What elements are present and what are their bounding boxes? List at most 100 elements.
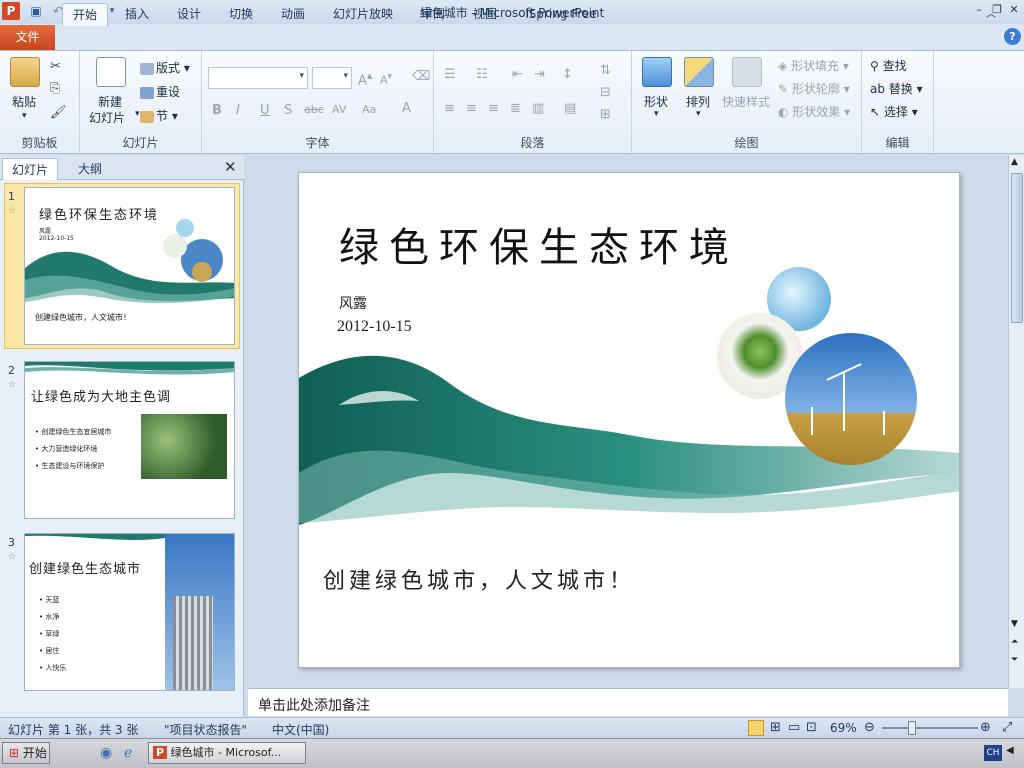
tab-animations[interactable]: 动画 — [274, 3, 312, 26]
increase-indent-icon[interactable]: ⇥ — [534, 67, 545, 82]
slide-title[interactable]: 绿色环保生态环境 — [339, 215, 739, 273]
tab-file[interactable]: 文件 — [0, 25, 55, 50]
scroll-up-icon[interactable]: ▲ — [1011, 157, 1018, 167]
zoom-slider-track[interactable] — [882, 727, 978, 729]
tab-ispring[interactable]: iSpring Free — [518, 3, 604, 26]
new-slide-dropdown-icon[interactable]: ▾ — [135, 109, 140, 119]
arrange-dropdown-icon[interactable]: ▾ — [696, 109, 701, 119]
section-button[interactable]: 节 ▾ — [140, 107, 178, 124]
desktop-icon[interactable]: ◉ — [100, 745, 112, 761]
notes-pane[interactable]: 单击此处添加备注 — [248, 688, 1008, 716]
previous-slide-icon[interactable]: ⏶ — [1011, 637, 1018, 647]
slideshow-view-icon[interactable]: ⊡ — [806, 720, 817, 735]
new-slide-label-2[interactable]: 幻灯片 — [89, 109, 125, 126]
numbering-icon[interactable]: ☷ — [476, 67, 488, 82]
tab-slideshow[interactable]: 幻灯片放映 — [326, 3, 400, 26]
shape-effects-button[interactable]: ◐ 形状效果 ▾ — [778, 103, 850, 120]
copy-icon[interactable]: ⎘ — [50, 81, 60, 96]
tab-view[interactable]: 视图 — [466, 3, 504, 26]
close-pane-icon[interactable]: ✕ — [224, 158, 237, 176]
align-right-icon[interactable]: ≡ — [488, 101, 499, 116]
slide-thumbnail-3[interactable]: 创建绿色生态城市 • 天蓝 • 水净 • 草绿 • 居住 • 人快乐 — [24, 533, 235, 691]
arrange-button[interactable]: 排列 — [686, 93, 710, 110]
decrease-indent-icon[interactable]: ⇤ — [512, 67, 523, 82]
paste-button[interactable]: 粘贴 — [12, 93, 36, 110]
quick-styles-button[interactable]: 快速样式 — [722, 93, 770, 110]
shape-fill-button[interactable]: ◈ 形状填充 ▾ — [778, 57, 849, 74]
tab-home[interactable]: 开始 — [62, 3, 108, 26]
justify-icon[interactable]: ≣ — [510, 101, 521, 116]
theme-status[interactable]: "项目状态报告" — [164, 721, 247, 738]
tab-design[interactable]: 设计 — [170, 3, 208, 26]
shape-outline-button[interactable]: ✎ 形状轮廓 ▾ — [778, 80, 850, 97]
reset-button[interactable]: 重设 — [140, 83, 180, 100]
zoom-in-icon[interactable]: ⊕ — [980, 720, 991, 735]
vertical-scrollbar[interactable]: ▲ ▼ ⏶ ⏷ — [1008, 155, 1024, 688]
next-slide-icon[interactable]: ⏷ — [1011, 655, 1018, 665]
font-family-select[interactable]: ▾ — [208, 67, 308, 89]
clear-format-icon[interactable]: ⌫ — [412, 69, 430, 84]
expand-tray-icon[interactable]: ◀ — [1006, 745, 1014, 756]
scroll-thumb[interactable] — [1011, 173, 1023, 323]
browser-icon[interactable]: ℯ — [124, 745, 132, 761]
bold-icon[interactable]: B — [212, 103, 222, 118]
shapes-icon[interactable] — [642, 57, 672, 87]
tab-insert[interactable]: 插入 — [118, 3, 156, 26]
normal-view-icon[interactable] — [748, 720, 764, 736]
tab-outline[interactable]: 大纲 — [62, 158, 118, 180]
new-slide-icon[interactable] — [96, 57, 126, 87]
select-button[interactable]: ↖ 选择 ▾ — [870, 103, 918, 120]
zoom-level[interactable]: 69% — [830, 721, 857, 735]
columns-icon[interactable]: ▤ — [564, 101, 576, 116]
reading-view-icon[interactable]: ▭ — [788, 720, 800, 735]
new-slide-label-1[interactable]: 新建 — [98, 93, 122, 110]
collapse-ribbon-icon[interactable]: ︿ — [984, 3, 998, 26]
change-case-icon[interactable]: Aa — [362, 103, 376, 116]
shrink-font-icon[interactable]: A▾ — [380, 71, 392, 87]
help-icon[interactable]: ? — [1004, 28, 1021, 45]
italic-icon[interactable]: I — [236, 103, 240, 118]
slide-thumbnail-2[interactable]: 让绿色成为大地主色调 • 创建绿色生态宜居城市 • 大力营造绿化环境 • 生态建… — [24, 361, 235, 519]
format-painter-icon[interactable]: 🖌 — [50, 105, 67, 120]
tab-slides[interactable]: 幻灯片 — [2, 158, 58, 180]
strikethrough-icon[interactable]: abc — [304, 103, 324, 116]
ime-indicator[interactable]: CH — [984, 745, 1002, 761]
start-button[interactable]: ⊞ 开始 — [2, 742, 50, 764]
bullets-icon[interactable]: ☰ — [444, 67, 456, 82]
grow-font-icon[interactable]: A▴ — [358, 69, 372, 88]
arrange-icon[interactable] — [684, 57, 714, 87]
text-direction-icon[interactable]: ⇅ — [600, 63, 611, 78]
slide-sorter-icon[interactable]: ⊞ — [770, 720, 781, 735]
underline-icon[interactable]: U — [260, 103, 270, 118]
font-color-icon[interactable]: A — [402, 101, 411, 116]
quick-styles-icon[interactable] — [732, 57, 762, 87]
align-left-icon[interactable]: ≡ — [444, 101, 455, 116]
zoom-slider-thumb[interactable] — [908, 721, 916, 735]
smartart-icon[interactable]: ⊞ — [600, 107, 611, 122]
shadow-icon[interactable]: S — [284, 103, 292, 118]
language-status[interactable]: 中文(中国) — [272, 721, 329, 738]
zoom-out-icon[interactable]: ⊖ — [864, 720, 875, 735]
main-slide[interactable]: 绿色环保生态环境 风露 2012-10-15 创建绿色城市，人文城市！ — [298, 172, 960, 668]
slide-thumbnail-1[interactable]: 绿色环保生态环境 风露 2012-10-15 创建绿色城市，人文城市！ — [24, 187, 235, 345]
align-center-icon[interactable]: ≡ — [466, 101, 477, 116]
distributed-icon[interactable]: ▥ — [532, 101, 544, 116]
scroll-down-icon[interactable]: ▼ — [1011, 619, 1018, 629]
cut-icon[interactable]: ✂ — [50, 59, 61, 74]
paste-icon[interactable] — [10, 57, 40, 87]
slide-date[interactable]: 2012-10-15 — [337, 318, 412, 336]
replace-button[interactable]: ab 替换 ▾ — [870, 80, 923, 97]
shapes-button[interactable]: 形状 — [644, 93, 668, 110]
paste-dropdown-icon[interactable]: ▾ — [22, 111, 27, 121]
close-icon[interactable]: ✕ — [1007, 3, 1021, 17]
tab-review[interactable]: 审阅 — [414, 3, 452, 26]
slide-tagline[interactable]: 创建绿色城市，人文城市！ — [323, 563, 635, 595]
find-button[interactable]: ⚲ 查找 — [870, 57, 907, 74]
font-size-select[interactable]: ▾ — [312, 67, 352, 89]
tab-transitions[interactable]: 切换 — [222, 3, 260, 26]
align-text-icon[interactable]: ⊟ — [600, 85, 611, 100]
line-spacing-icon[interactable]: ↕ — [562, 67, 573, 82]
slide-author[interactable]: 风露 — [339, 293, 367, 313]
taskbar-window-button[interactable]: P 绿色城市 - Microsof... — [148, 742, 306, 764]
fit-to-window-icon[interactable]: ⤢ — [1002, 720, 1012, 735]
